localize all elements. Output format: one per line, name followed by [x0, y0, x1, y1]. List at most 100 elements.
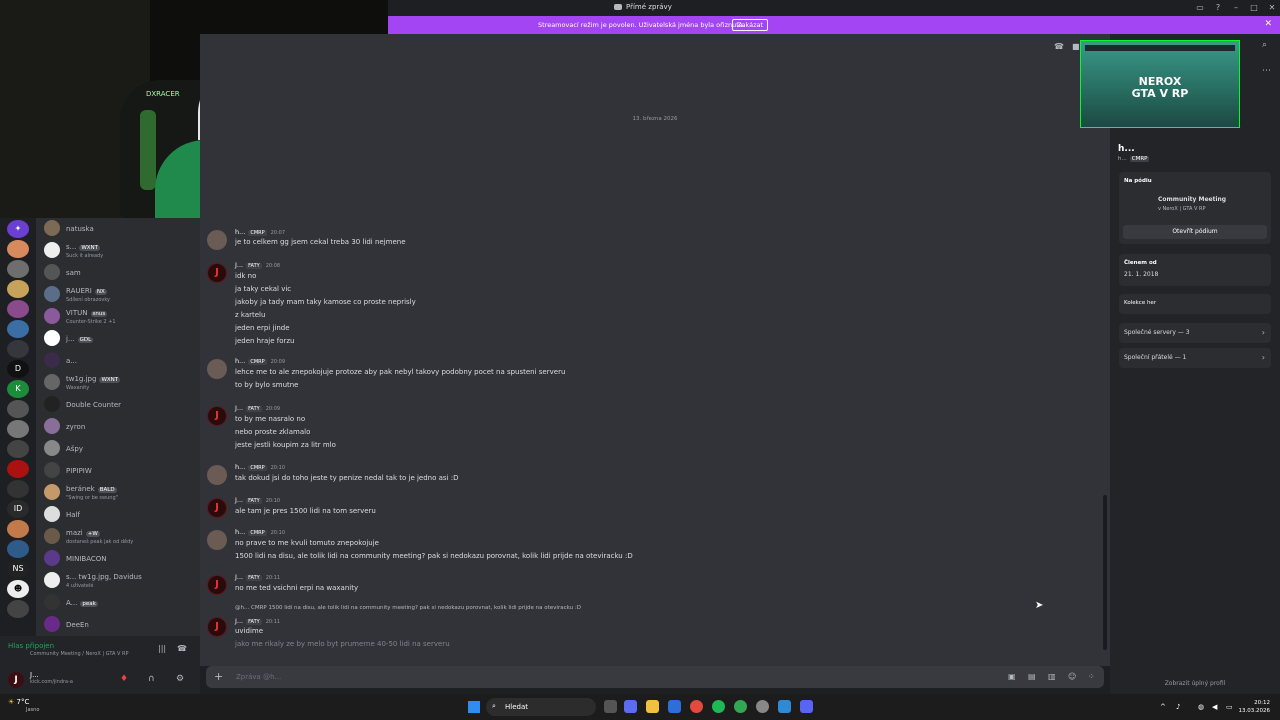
steam-icon[interactable]: [756, 700, 769, 713]
dm-item[interactable]: beránek BALD "Swing or be swung": [36, 482, 200, 504]
copilot-icon[interactable]: [624, 700, 637, 713]
server-icon[interactable]: [7, 420, 29, 438]
dm-item[interactable]: VITUN snus Counter-Strike 2 +1: [36, 306, 200, 328]
profile-search-icon[interactable]: ⌕: [1262, 40, 1267, 50]
task-view-icon[interactable]: [604, 700, 617, 713]
chrome-icon[interactable]: [690, 700, 703, 713]
dm-item[interactable]: PIPIPIW: [36, 460, 200, 482]
weather-widget[interactable]: ☀ 7°C: [8, 698, 29, 706]
dm-item[interactable]: Ašpy: [36, 438, 200, 460]
mic-muted-icon[interactable]: ♦: [120, 674, 128, 684]
dm-item[interactable]: MINIBACON: [36, 548, 200, 570]
volume-icon[interactable]: ◀: [1212, 703, 1217, 711]
avatar[interactable]: [207, 530, 227, 550]
system-clock[interactable]: 20:12 13.03.2026: [1239, 699, 1271, 715]
inbox-icon[interactable]: ▭: [1192, 0, 1208, 16]
dm-item[interactable]: mazi +W dostaneš peak jak od dědy: [36, 526, 200, 548]
close-window-button[interactable]: ✕: [1264, 0, 1280, 16]
dm-item[interactable]: RAUERI NX Sdílení obrazovky: [36, 284, 200, 306]
windows-start-icon[interactable]: [468, 701, 480, 713]
server-icon[interactable]: [7, 280, 29, 298]
server-icon[interactable]: ✦: [7, 220, 29, 238]
server-icon[interactable]: [7, 340, 29, 358]
settings-gear-icon[interactable]: ⚙: [176, 674, 184, 684]
server-icon[interactable]: [7, 300, 29, 318]
tray-chevron-icon[interactable]: ^: [1160, 703, 1166, 711]
reply-preview[interactable]: @h... CMRP 1500 lidi na disu, ale tolik …: [235, 605, 581, 611]
server-icon[interactable]: [7, 600, 29, 618]
server-icon[interactable]: [7, 400, 29, 418]
noise-suppression-icon[interactable]: |||: [158, 644, 166, 653]
game-collection-card[interactable]: Kolekce her: [1119, 294, 1271, 314]
stage-event[interactable]: Community Meeting: [1158, 196, 1226, 203]
profile-more-icon[interactable]: ⋯: [1262, 66, 1271, 76]
gif-icon[interactable]: ▤: [1028, 672, 1036, 681]
dm-item[interactable]: sam: [36, 262, 200, 284]
video-call-icon[interactable]: ■: [1072, 42, 1080, 51]
dm-item[interactable]: natuska: [36, 218, 200, 240]
voice-channel[interactable]: Community Meeting / NeroX | GTA V RP: [30, 651, 129, 657]
server-icon[interactable]: [7, 480, 29, 498]
store-icon[interactable]: [668, 700, 681, 713]
close-banner-icon[interactable]: ✕: [1264, 19, 1272, 29]
mutual-friends-link[interactable]: Společní přátelé — 1 ›: [1119, 348, 1271, 368]
open-stage-button[interactable]: Otevřít pódium: [1123, 225, 1267, 239]
chat-scrollbar[interactable]: [1103, 495, 1107, 650]
server-icon[interactable]: [7, 540, 29, 558]
disconnect-icon[interactable]: ☎: [177, 644, 187, 653]
server-icon[interactable]: ☻: [7, 580, 29, 598]
server-icon[interactable]: [7, 520, 29, 538]
dm-item[interactable]: tw1g.jpg WXNT Waxanity: [36, 372, 200, 394]
dm-item[interactable]: zyron: [36, 416, 200, 438]
headphones-icon[interactable]: ∩: [148, 674, 155, 684]
disable-streamer-mode-button[interactable]: Zakázat: [732, 19, 769, 31]
avatar[interactable]: J: [207, 575, 227, 595]
server-icon[interactable]: [7, 440, 29, 458]
chrome-profile-icon[interactable]: [734, 700, 747, 713]
view-full-profile-link[interactable]: Zobrazit úplný profil: [1110, 680, 1280, 687]
server-icon[interactable]: ID: [7, 500, 29, 518]
avatar[interactable]: [207, 359, 227, 379]
dm-item[interactable]: DeeEn: [36, 614, 200, 636]
spotify-icon[interactable]: [712, 700, 725, 713]
server-icon[interactable]: D: [7, 360, 29, 378]
dm-item[interactable]: Double Counter: [36, 394, 200, 416]
dm-item[interactable]: s... WXNT Suck it already: [36, 240, 200, 262]
dm-item[interactable]: j... GDL: [36, 328, 200, 350]
avatar[interactable]: J: [207, 617, 227, 637]
avatar[interactable]: J: [207, 498, 227, 518]
gift-icon[interactable]: ▣: [1008, 672, 1016, 681]
screenshot-tool-icon[interactable]: [778, 700, 791, 713]
battery-icon[interactable]: ▭: [1226, 703, 1233, 711]
avatar[interactable]: [207, 465, 227, 485]
attach-plus-icon[interactable]: +: [214, 671, 223, 682]
apps-icon[interactable]: ⁘: [1088, 672, 1095, 681]
discord-taskbar-icon[interactable]: [800, 700, 813, 713]
maximize-button[interactable]: □: [1246, 0, 1262, 16]
voice-call-icon[interactable]: ☎: [1054, 42, 1064, 51]
emoji-icon[interactable]: ☺: [1068, 672, 1076, 681]
avatar[interactable]: [207, 230, 227, 250]
network-icon[interactable]: ◍: [1198, 703, 1204, 711]
taskbar-search[interactable]: ⌕ Hledat: [486, 698, 596, 716]
avatar[interactable]: J: [207, 263, 227, 283]
dm-item[interactable]: a...: [36, 350, 200, 372]
server-icon[interactable]: [7, 240, 29, 258]
mutual-servers-link[interactable]: Společné servery — 3 ›: [1119, 323, 1271, 343]
user-avatar[interactable]: J: [8, 672, 24, 688]
server-icon[interactable]: NS: [7, 560, 29, 578]
server-icon[interactable]: [7, 320, 29, 338]
dm-item[interactable]: s... tw1g.jpg, Davidus 4 uživatelé: [36, 570, 200, 592]
file-explorer-icon[interactable]: [646, 700, 659, 713]
dm-item[interactable]: Half: [36, 504, 200, 526]
message-composer[interactable]: + Zpráva @h... ▣ ▤ ▥ ☺ ⁘: [206, 666, 1104, 688]
minimize-button[interactable]: –: [1228, 0, 1244, 16]
avatar[interactable]: J: [207, 406, 227, 426]
server-icon[interactable]: [7, 260, 29, 278]
mic-tray-icon[interactable]: ♪: [1176, 703, 1180, 711]
sticker-icon[interactable]: ▥: [1048, 672, 1056, 681]
dm-item[interactable]: A... peak: [36, 592, 200, 614]
server-icon[interactable]: [7, 460, 29, 478]
help-icon[interactable]: ?: [1210, 0, 1226, 16]
server-icon[interactable]: K: [7, 380, 29, 398]
